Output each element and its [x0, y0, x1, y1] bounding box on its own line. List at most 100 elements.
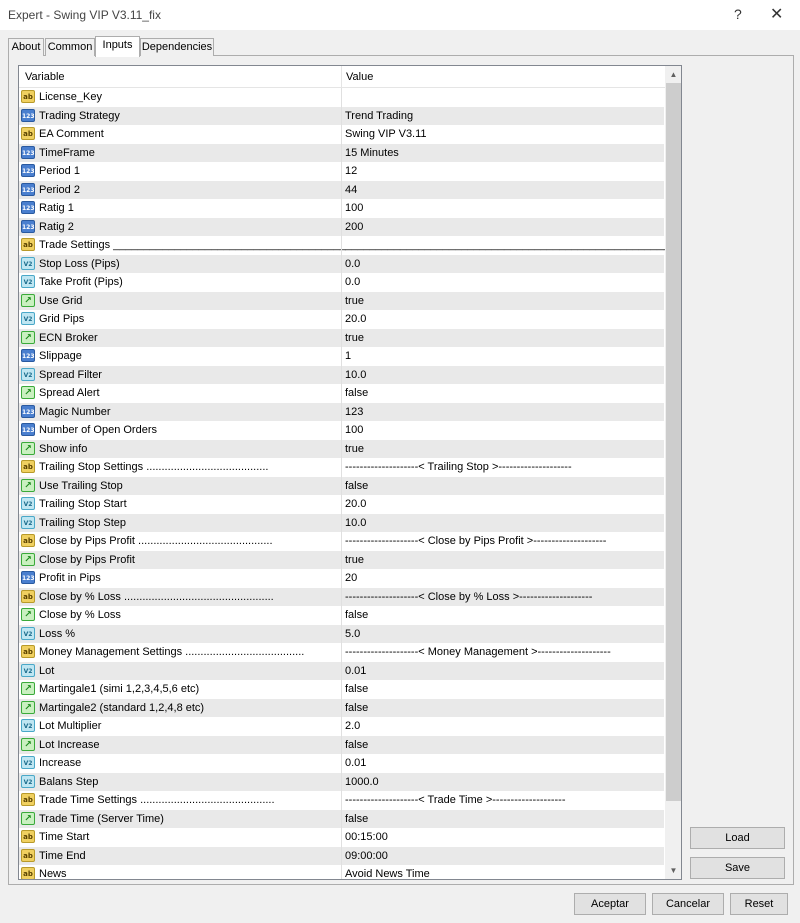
table-row[interactable]: ab Time End 09:00:00	[19, 846, 664, 865]
scroll-thumb[interactable]	[666, 83, 681, 801]
variable-value[interactable]: 20.0	[345, 313, 366, 325]
variable-value[interactable]: 0.01	[345, 757, 366, 769]
table-row[interactable]: ↗ Close by % Loss false	[19, 606, 664, 625]
variable-value[interactable]: 44	[345, 184, 357, 196]
reset-button[interactable]: Reset	[730, 893, 788, 915]
variable-value[interactable]: 00:15:00	[345, 831, 388, 843]
variable-value[interactable]: 2.0	[345, 720, 360, 732]
table-row[interactable]: 123 Slippage 1	[19, 347, 664, 366]
variable-value[interactable]: 15 Minutes	[345, 147, 399, 159]
table-row[interactable]: 123 Period 1 12	[19, 162, 664, 181]
table-row[interactable]: ab Close by Pips Profit .................…	[19, 532, 664, 551]
variable-value[interactable]: 0.0	[345, 276, 360, 288]
tab-common[interactable]: Common	[45, 38, 95, 56]
variable-value[interactable]: false	[345, 387, 368, 399]
tab-dependencies[interactable]: Dependencies	[140, 38, 214, 56]
variable-value[interactable]: 0.0	[345, 258, 360, 270]
tab-inputs[interactable]: Inputs	[95, 36, 140, 57]
variable-value[interactable]: 10.0	[345, 517, 366, 529]
variable-value[interactable]: false	[345, 609, 368, 621]
table-row[interactable]: ab Time Start 00:15:00	[19, 828, 664, 847]
table-row[interactable]: 123 TimeFrame 15 Minutes	[19, 143, 664, 162]
table-row[interactable]: ab EA Comment Swing VIP V3.11	[19, 125, 664, 144]
scroll-down-icon[interactable]: ▼	[665, 862, 681, 879]
variable-value[interactable]: 12	[345, 165, 357, 177]
table-row[interactable]: V2 Spread Filter 10.0	[19, 365, 664, 384]
variable-value[interactable]: ________________________________________…	[345, 239, 675, 251]
table-row[interactable]: V2 Stop Loss (Pips) 0.0	[19, 254, 664, 273]
table-row[interactable]: ↗ Use Grid true	[19, 291, 664, 310]
table-row[interactable]: V2 Increase 0.01	[19, 754, 664, 773]
table-row[interactable]: ↗ Close by Pips Profit true	[19, 550, 664, 569]
variable-value[interactable]: 200	[345, 221, 363, 233]
header-variable[interactable]: Variable	[25, 71, 65, 83]
table-row[interactable]: ab Trailing Stop Settings ...............…	[19, 458, 664, 477]
table-row[interactable]: ↗ Lot Increase false	[19, 735, 664, 754]
variable-value[interactable]: true	[345, 332, 364, 344]
table-row[interactable]: ↗ Martingale1 (simi 1,2,3,4,5,6 etc) false	[19, 680, 664, 699]
cancel-button[interactable]: Cancelar	[652, 893, 724, 915]
variable-value[interactable]: 1	[345, 350, 351, 362]
table-row[interactable]: 123 Profit in Pips 20	[19, 569, 664, 588]
variable-value[interactable]: false	[345, 813, 368, 825]
variable-value[interactable]: Avoid News Time	[345, 868, 430, 879]
variable-value[interactable]: true	[345, 295, 364, 307]
table-row[interactable]: ab Money Management Settings ............…	[19, 643, 664, 662]
variable-value[interactable]: --------------------< Trade Time >------…	[345, 794, 566, 806]
variable-value[interactable]: false	[345, 739, 368, 751]
table-row[interactable]: ↗ ECN Broker true	[19, 328, 664, 347]
variable-value[interactable]: 100	[345, 202, 363, 214]
table-row[interactable]: V2 Trailing Stop Start 20.0	[19, 495, 664, 514]
table-row[interactable]: ab Trade Settings _______________________…	[19, 236, 675, 255]
table-row[interactable]: ↗ Trade Time (Server Time) false	[19, 809, 664, 828]
table-row[interactable]: 123 Ratig 2 200	[19, 217, 664, 236]
variable-value[interactable]: 0.01	[345, 665, 366, 677]
variable-value[interactable]: false	[345, 683, 368, 695]
close-button[interactable]: ✕	[770, 4, 783, 24]
variable-value[interactable]: false	[345, 702, 368, 714]
table-row[interactable]: 123 Trading Strategy Trend Trading	[19, 106, 664, 125]
table-row[interactable]: 123 Ratig 1 100	[19, 199, 664, 218]
table-row[interactable]: ↗ Spread Alert false	[19, 384, 664, 403]
table-row[interactable]: ab Close by % Loss ......................…	[19, 587, 664, 606]
table-row[interactable]: ab News Avoid News Time	[19, 865, 664, 879]
variable-value[interactable]: true	[345, 554, 364, 566]
variable-value[interactable]: 100	[345, 424, 363, 436]
header-value[interactable]: Value	[346, 71, 373, 83]
table-row[interactable]: ↗ Use Trailing Stop false	[19, 476, 664, 495]
table-row[interactable]: V2 Lot 0.01	[19, 661, 664, 680]
variable-value[interactable]: --------------------< Money Management >…	[345, 646, 611, 658]
save-button[interactable]: Save	[690, 857, 785, 879]
variable-value[interactable]: --------------------< Trailing Stop >---…	[345, 461, 572, 473]
variable-value[interactable]: 1000.0	[345, 776, 379, 788]
variable-value[interactable]: 20.0	[345, 498, 366, 510]
help-button[interactable]: ?	[734, 6, 742, 22]
table-row[interactable]: ab License_Key	[19, 88, 664, 107]
accept-button[interactable]: Aceptar	[574, 893, 646, 915]
variable-value[interactable]: 20	[345, 572, 357, 584]
tab-about[interactable]: About	[8, 38, 44, 56]
load-button[interactable]: Load	[690, 827, 785, 849]
vertical-scrollbar[interactable]: ▲ ▼	[665, 66, 681, 879]
variable-value[interactable]: true	[345, 443, 364, 455]
table-row[interactable]: ↗ Show info true	[19, 439, 664, 458]
table-row[interactable]: 123 Magic Number 123	[19, 402, 664, 421]
variable-value[interactable]: 123	[345, 406, 363, 418]
variable-value[interactable]: false	[345, 480, 368, 492]
variable-value[interactable]: Trend Trading	[345, 110, 413, 122]
scroll-up-icon[interactable]: ▲	[665, 66, 681, 83]
variable-value[interactable]: 5.0	[345, 628, 360, 640]
table-row[interactable]: V2 Trailing Stop Step 10.0	[19, 513, 664, 532]
variable-value[interactable]: 09:00:00	[345, 850, 388, 862]
table-row[interactable]: V2 Grid Pips 20.0	[19, 310, 664, 329]
table-row[interactable]: V2 Take Profit (Pips) 0.0	[19, 273, 664, 292]
variable-value[interactable]: 10.0	[345, 369, 366, 381]
table-row[interactable]: 123 Number of Open Orders 100	[19, 421, 664, 440]
variable-value[interactable]: --------------------< Close by Pips Prof…	[345, 535, 606, 547]
variable-value[interactable]: Swing VIP V3.11	[345, 128, 427, 140]
table-row[interactable]: ab Trade Time Settings ..................…	[19, 791, 664, 810]
table-row[interactable]: V2 Balans Step 1000.0	[19, 772, 664, 791]
variable-value[interactable]: --------------------< Close by % Loss >-…	[345, 591, 592, 603]
table-row[interactable]: V2 Lot Multiplier 2.0	[19, 717, 664, 736]
table-row[interactable]: V2 Loss % 5.0	[19, 624, 664, 643]
